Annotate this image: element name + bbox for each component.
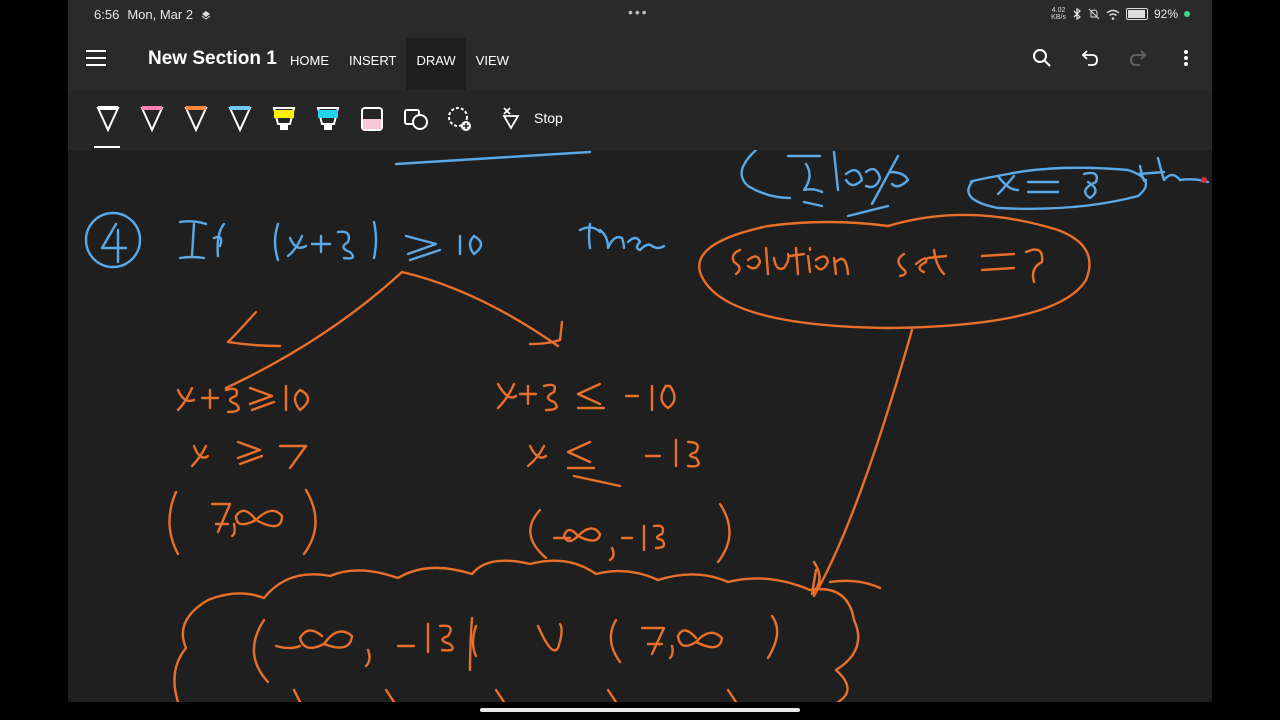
pen-cursor [1201, 177, 1207, 183]
battery-icon [1125, 8, 1148, 20]
top-actions [1030, 46, 1198, 70]
privacy-dot [1184, 11, 1190, 17]
status-time: 6:56 [94, 7, 120, 22]
mute-bell-icon [1088, 8, 1100, 20]
status-date: Mon, Mar 2 [127, 7, 194, 22]
draw-toolbar: Stop [68, 90, 1212, 150]
highlighter-cyan-icon[interactable] [314, 104, 342, 134]
blue-ink-strokes [84, 150, 1210, 269]
pen-blue-icon[interactable] [226, 104, 254, 134]
active-pen-indicator [94, 146, 120, 148]
pen-pink-icon[interactable] [138, 104, 166, 134]
tab-insert[interactable]: INSERT [339, 38, 406, 90]
stop-pen-icon [502, 107, 520, 130]
lasso-select-icon[interactable] [446, 104, 474, 134]
tab-home[interactable]: HOME [280, 38, 339, 90]
status-bar: 6:56 Mon, Mar 2 ••• 4.02 KB/s 92% [68, 0, 1212, 30]
menu-icon[interactable] [86, 50, 106, 66]
section-title: New Section 1 [148, 48, 277, 69]
home-indicator[interactable] [480, 708, 800, 712]
orange-ink-strokes [168, 213, 1091, 702]
ink-canvas[interactable] [68, 150, 1212, 702]
redo-icon[interactable] [1126, 46, 1150, 70]
layers-icon [201, 10, 211, 20]
net-speed: 4.02 KB/s [1051, 7, 1066, 21]
pen-white-icon[interactable] [94, 104, 122, 134]
more-options-icon[interactable] [1174, 46, 1198, 70]
multitask-dots[interactable]: ••• [628, 4, 649, 20]
stop-button[interactable]: Stop [500, 106, 563, 130]
pen-orange-icon[interactable] [182, 104, 210, 134]
undo-icon[interactable] [1078, 46, 1102, 70]
tab-view[interactable]: VIEW [466, 38, 519, 90]
search-icon[interactable] [1030, 46, 1054, 70]
bluetooth-icon [1073, 8, 1081, 20]
shapes-icon[interactable] [402, 104, 430, 134]
battery-fill [1127, 10, 1145, 18]
app-titlebar: New Section 1 HOME INSERT DRAW VIEW [68, 30, 1212, 90]
highlighter-yellow-icon[interactable] [270, 104, 298, 134]
stop-label: Stop [534, 110, 563, 126]
tab-draw[interactable]: DRAW [406, 38, 466, 90]
tablet-screen: 6:56 Mon, Mar 2 ••• 4.02 KB/s 92% New Se… [68, 0, 1212, 702]
ribbon-tabs: HOME INSERT DRAW VIEW [280, 38, 519, 90]
highlighter-pink-icon[interactable] [358, 104, 386, 134]
battery-percent: 92% [1153, 7, 1178, 21]
wifi-icon [1106, 9, 1120, 20]
